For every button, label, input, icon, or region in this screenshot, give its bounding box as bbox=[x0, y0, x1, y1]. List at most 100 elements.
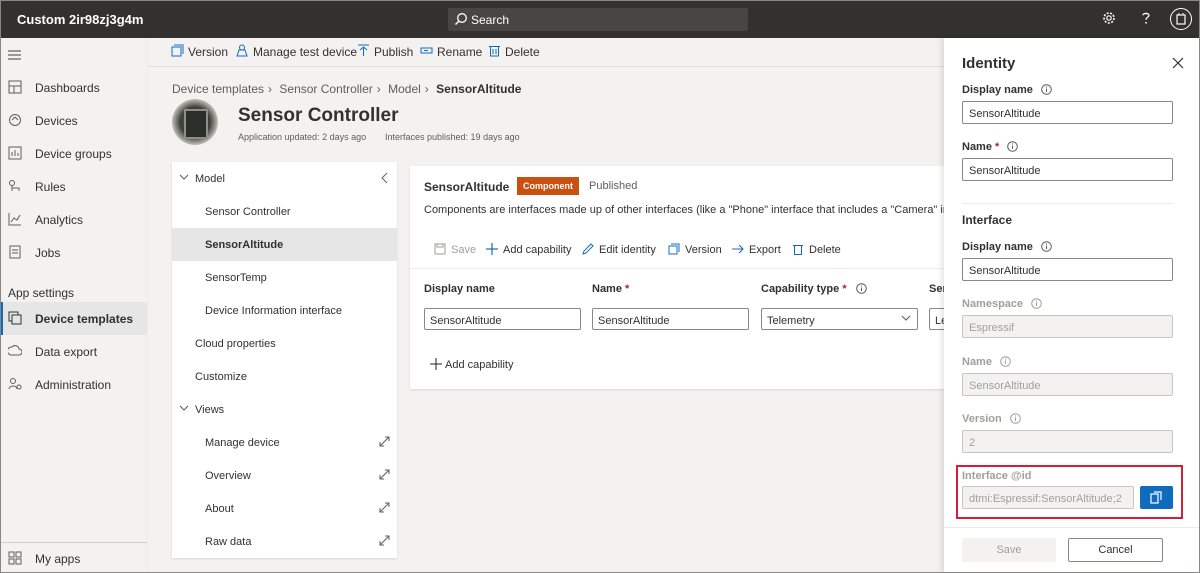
interface-id-input: dtmi:Espressif:SensorAltitude;2 bbox=[962, 486, 1134, 509]
nav-item-my-apps[interactable]: My apps bbox=[0, 542, 147, 573]
avatar-icon[interactable] bbox=[1170, 8, 1192, 30]
chevron-right-icon: › bbox=[376, 82, 381, 96]
hamburger-icon[interactable] bbox=[8, 49, 22, 61]
display-name-cell[interactable]: SensorAltitude bbox=[424, 308, 581, 330]
save-button[interactable]: Save bbox=[962, 538, 1056, 562]
nav-item-jobs[interactable]: Jobs bbox=[0, 236, 147, 269]
tree-item-views[interactable]: Views bbox=[172, 393, 397, 426]
nav-item-rules[interactable]: Rules bbox=[0, 170, 147, 203]
interface-card: SensorAltitude Component Published Compo… bbox=[410, 166, 944, 389]
interface-name-input: SensorAltitude bbox=[962, 373, 1173, 396]
app-updated-text: Application updated: 2 days ago bbox=[238, 132, 367, 142]
tree-item-overview[interactable]: Overview bbox=[172, 459, 397, 492]
display-name-label: Display name bbox=[962, 84, 1052, 96]
nav-label: Devices bbox=[35, 114, 78, 128]
cancel-button[interactable]: Cancel bbox=[1068, 538, 1163, 562]
left-nav: Dashboards Devices Device groups Rules A… bbox=[0, 38, 148, 573]
nav-item-data-export[interactable]: Data export bbox=[0, 335, 147, 368]
expand-icon[interactable] bbox=[379, 436, 390, 447]
top-bar: Custom 2ir98zj3g4m Search bbox=[0, 0, 1200, 38]
copy-button[interactable] bbox=[1140, 486, 1173, 509]
panel-footer-divider bbox=[944, 527, 1200, 528]
search-label: Search bbox=[471, 13, 510, 27]
version-label: Version bbox=[962, 413, 1021, 425]
column-header-capability-type: Capability type * bbox=[761, 283, 867, 295]
capability-type-select[interactable]: Telemetry bbox=[761, 308, 918, 330]
expand-icon[interactable] bbox=[379, 502, 390, 513]
breadcrumb-link[interactable]: Model bbox=[388, 82, 421, 96]
breadcrumb-link[interactable]: Device templates bbox=[172, 82, 264, 96]
info-icon[interactable] bbox=[1041, 241, 1052, 252]
tree-item-device-information[interactable]: Device Information interface bbox=[172, 294, 397, 327]
tree-item-about[interactable]: About bbox=[172, 492, 397, 525]
help-icon[interactable] bbox=[1138, 10, 1156, 28]
breadcrumb-link[interactable]: Sensor Controller bbox=[279, 82, 372, 96]
info-icon[interactable] bbox=[1041, 84, 1052, 95]
nav-label: My apps bbox=[35, 552, 81, 566]
delete-icon bbox=[488, 44, 501, 57]
expand-icon[interactable] bbox=[379, 535, 390, 546]
interface-section-title: Interface bbox=[962, 213, 1013, 227]
interface-description: Components are interfaces made up of oth… bbox=[424, 204, 944, 216]
info-icon[interactable] bbox=[1000, 356, 1011, 367]
nav-item-device-templates[interactable]: Device templates bbox=[0, 302, 147, 335]
tree-item-sensortemp[interactable]: SensorTemp bbox=[172, 261, 397, 294]
info-icon[interactable] bbox=[855, 283, 867, 294]
nav-item-administration[interactable]: Administration bbox=[0, 368, 147, 401]
command-bar-divider bbox=[148, 66, 944, 67]
publish-icon bbox=[357, 44, 370, 57]
nav-label: Analytics bbox=[35, 213, 84, 227]
chevron-left-icon[interactable] bbox=[380, 172, 388, 184]
info-icon[interactable] bbox=[1007, 141, 1019, 152]
gear-icon[interactable] bbox=[1101, 10, 1119, 28]
nav-label: Jobs bbox=[35, 246, 61, 260]
nav-item-analytics[interactable]: Analytics bbox=[0, 203, 147, 236]
required-marker: * bbox=[625, 283, 630, 295]
tree-item-cloud-properties[interactable]: Cloud properties bbox=[172, 327, 397, 360]
nav-item-device-groups[interactable]: Device groups bbox=[0, 137, 147, 170]
panel-title: Identity bbox=[962, 55, 1016, 72]
chevron-right-icon: › bbox=[268, 82, 273, 96]
pencil-icon bbox=[582, 243, 594, 255]
nav-item-dashboards[interactable]: Dashboards bbox=[0, 71, 147, 104]
nav-label: Device templates bbox=[35, 312, 134, 326]
rules-icon bbox=[8, 179, 22, 193]
info-icon[interactable] bbox=[1031, 298, 1043, 309]
delete-icon bbox=[792, 243, 804, 255]
version-input: 2 bbox=[962, 430, 1173, 453]
dashboard-icon bbox=[8, 80, 22, 94]
tree-item-sensor-controller[interactable]: Sensor Controller bbox=[172, 195, 397, 228]
display-name-input[interactable]: SensorAltitude bbox=[962, 101, 1173, 124]
required-marker: * bbox=[842, 283, 847, 295]
jobs-icon bbox=[8, 245, 22, 259]
page-title: Sensor Controller bbox=[238, 105, 399, 126]
interface-name-label: Name bbox=[962, 356, 1011, 368]
nav-item-devices[interactable]: Devices bbox=[0, 104, 147, 137]
copy-icon bbox=[1150, 491, 1163, 504]
search-box[interactable]: Search bbox=[448, 8, 748, 31]
interface-display-name-input[interactable]: SensorAltitude bbox=[962, 258, 1173, 281]
tree-item-customize[interactable]: Customize bbox=[172, 360, 397, 393]
manage-device-icon bbox=[236, 44, 249, 57]
name-cell[interactable]: SensorAltitude bbox=[592, 308, 749, 330]
devices-icon bbox=[8, 113, 22, 127]
tree-item-sensoraltitude[interactable]: SensorAltitude bbox=[172, 228, 397, 261]
interface-display-name-label: Display name bbox=[962, 241, 1052, 253]
expand-icon[interactable] bbox=[379, 469, 390, 480]
name-input[interactable]: SensorAltitude bbox=[962, 158, 1173, 181]
close-icon[interactable] bbox=[1172, 57, 1184, 69]
tree-item-manage-device[interactable]: Manage device bbox=[172, 426, 397, 459]
app-title: Custom 2ir98zj3g4m bbox=[17, 12, 144, 27]
info-icon[interactable] bbox=[1010, 413, 1021, 424]
interface-title: SensorAltitude bbox=[424, 180, 510, 194]
tree-item-model[interactable]: Model bbox=[172, 162, 397, 195]
chevron-down-icon bbox=[179, 405, 189, 411]
data-export-icon bbox=[8, 344, 22, 358]
semantic-type-select[interactable]: Length bbox=[929, 308, 944, 330]
device-templates-icon bbox=[8, 311, 22, 325]
device-image bbox=[172, 99, 218, 145]
namespace-label: Namespace bbox=[962, 298, 1043, 310]
chevron-right-icon: › bbox=[424, 82, 429, 96]
namespace-input: Espressif bbox=[962, 315, 1173, 338]
tree-item-raw-data[interactable]: Raw data bbox=[172, 525, 397, 558]
